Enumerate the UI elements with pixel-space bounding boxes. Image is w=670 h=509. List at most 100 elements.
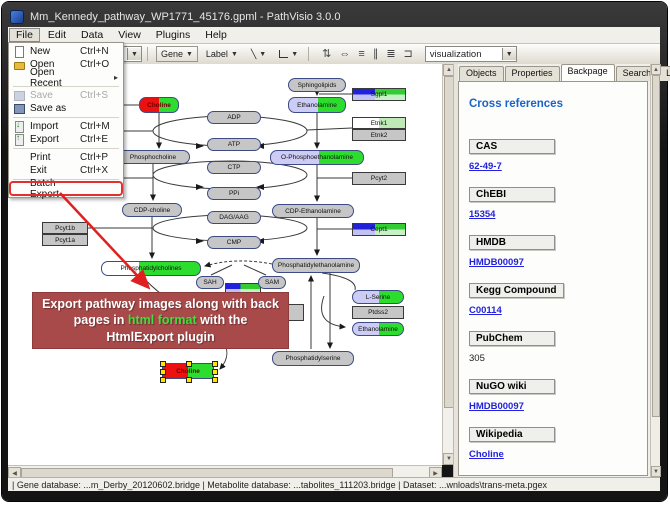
selection-handle[interactable] [160, 361, 166, 367]
xref-section-pubchem: PubChem305 [469, 328, 647, 364]
window-title: Mm_Kennedy_pathway_WP1771_45176.gpml - P… [30, 11, 340, 23]
chevron-down-icon[interactable]: ▼ [231, 51, 238, 58]
menu-item-import[interactable]: ImportCtrl+M [10, 120, 122, 133]
selection-handle[interactable] [212, 377, 218, 383]
menu-item-print[interactable]: PrintCtrl+P [10, 151, 122, 164]
menu-item-spacer [14, 183, 25, 194]
selection-handle[interactable] [186, 377, 192, 383]
chevron-down-icon[interactable]: ▼ [259, 51, 266, 58]
menu-edit[interactable]: Edit [41, 28, 73, 42]
distribute-horizontal-icon[interactable]: ⇔ [339, 47, 350, 61]
xref-link[interactable]: HMDB00097 [469, 257, 647, 268]
selection-handle[interactable] [160, 377, 166, 383]
menu-item-batch-export[interactable]: Batch Export [10, 182, 122, 195]
fit-page-icon[interactable]: ⊐ [404, 47, 413, 61]
sidebar-scrollbar[interactable]: ▲ ▼ [650, 64, 660, 477]
menu-item-label: Save as [30, 103, 80, 114]
draw-connector-button[interactable]: ▼ [274, 46, 303, 62]
menu-data[interactable]: Data [74, 28, 110, 42]
stack-columns-icon[interactable]: ∥ [373, 47, 379, 61]
menu-view[interactable]: View [111, 28, 148, 42]
tab-objects[interactable]: Objects [459, 66, 504, 81]
pathway-node-sam[interactable]: SAM [258, 276, 286, 289]
pathway-node-etnk1[interactable]: Etnk1 [352, 117, 406, 129]
pathway-node-ptdss2[interactable]: Ptdss2 [352, 306, 404, 319]
visualization-value: visualization [430, 49, 482, 60]
xref-link[interactable]: Choline [469, 449, 647, 460]
pathway-node-cdp-ethanolamine[interactable]: CDP-Ethanolamine [272, 204, 354, 218]
pathway-node-sgpl1[interactable]: Sgpl1 [352, 88, 406, 101]
pathway-node-cmp[interactable]: CMP [207, 236, 261, 249]
menu-item-save-as[interactable]: Save as [10, 102, 122, 115]
xref-link[interactable]: 15354 [469, 209, 647, 220]
pathway-node-ethanolamine-bottom[interactable]: Ethanolamine [352, 322, 404, 336]
pathway-node-pcyt1b[interactable]: Pcyt1b [42, 222, 88, 234]
selection-handle[interactable] [212, 361, 218, 367]
selection-handle[interactable] [160, 369, 166, 375]
menu-help[interactable]: Help [198, 28, 234, 42]
stack-rows-icon[interactable]: ≡ [358, 47, 364, 61]
selection-handle[interactable] [186, 361, 192, 367]
align-center-icon[interactable]: ⇅ [322, 47, 331, 61]
pathway-node-sphingolipids[interactable]: Sphingolipids [288, 78, 346, 92]
xref-database-name: ChEBI [469, 187, 555, 202]
menu-item-label: Batch Export [30, 178, 80, 200]
pathway-node-dag[interactable]: DAG/AAG [207, 211, 261, 224]
xref-database-name: Kegg Compound [469, 283, 564, 298]
pathway-node-etnk2[interactable]: Etnk2 [352, 129, 406, 141]
tab-properties[interactable]: Properties [505, 66, 560, 81]
submenu-arrow-icon: ▸ [114, 73, 118, 82]
pathway-node-pcyt2[interactable]: Pcyt2 [352, 172, 406, 185]
pathway-node-choline-selected[interactable]: Choline [162, 363, 214, 379]
pathway-node-phosphatidylserine[interactable]: Phosphatidylserine [272, 351, 354, 366]
pathway-node-choline-top[interactable]: Choline [139, 97, 179, 113]
menu-item-new[interactable]: NewCtrl+N [10, 45, 122, 58]
tab-backpage[interactable]: Backpage [561, 64, 615, 81]
xref-link[interactable]: HMDB00097 [469, 401, 647, 412]
scrollbar-thumb[interactable] [652, 75, 660, 417]
pathway-node-o-phosphoethanolamine[interactable]: O-Phosphoethanolamine [270, 150, 364, 165]
pathway-node-l-serine[interactable]: L-Serine [352, 290, 404, 304]
menu-item-spacer [14, 72, 25, 83]
zoom-dropdown-icon[interactable]: ▼ [127, 48, 141, 60]
layout-grid-icon[interactable]: ≣ [386, 47, 395, 61]
draw-line-button[interactable]: ╲▼ [246, 46, 271, 62]
visualization-combobox[interactable]: visualization ▼ [425, 46, 517, 62]
pathway-node-phosphocholine[interactable]: Phosphocholine [116, 150, 190, 164]
menu-item-shortcut: Ctrl+E [80, 134, 118, 145]
menu-item-save[interactable]: SaveCtrl+S [10, 89, 122, 102]
menu-file[interactable]: File [9, 28, 40, 42]
xref-section-kegg-compound: Kegg Compound C00114 [469, 280, 647, 316]
menu-item-spacer [14, 152, 25, 163]
menu-item-export[interactable]: ExportCtrl+E [10, 133, 122, 146]
pathway-node-phosphatidylcholines[interactable]: Phosphatidylcholines [101, 261, 201, 276]
pathway-node-ctp[interactable]: CTP [207, 161, 261, 174]
menu-item-open-recent[interactable]: Open Recent▸ [10, 71, 122, 84]
chevron-down-icon[interactable]: ▼ [186, 51, 193, 58]
pathway-node-cept1[interactable]: Cept1 [352, 223, 406, 236]
import-icon [14, 121, 25, 132]
add-label-button[interactable]: Label▼ [201, 46, 243, 62]
chevron-down-icon[interactable]: ▼ [291, 51, 298, 58]
pathway-node-cdp-choline[interactable]: CDP-choline [122, 203, 182, 217]
add-gene-button[interactable]: Gene▼ [156, 46, 198, 62]
selection-handle[interactable] [212, 369, 218, 375]
connector-tool-icon [279, 50, 288, 58]
menu-plugins[interactable]: Plugins [149, 28, 197, 42]
xref-link[interactable]: 62-49-7 [469, 161, 647, 172]
right-sidebar: Objects Properties Backpage Search Legen… [458, 64, 650, 477]
pathway-node-adp[interactable]: ADP [207, 111, 261, 124]
menu-item-exit[interactable]: ExitCtrl+X [10, 164, 122, 177]
scroll-down-icon[interactable]: ▼ [651, 466, 661, 477]
menu-item-spacer [14, 165, 25, 176]
menu-item-label: Exit [30, 165, 80, 176]
pathway-node-ethanolamine-top[interactable]: Ethanolamine [288, 97, 346, 113]
scroll-up-icon[interactable]: ▲ [651, 64, 661, 75]
pathway-node-phosphatidylethanolamine[interactable]: Phosphatidylethanolamine [272, 258, 360, 273]
pathway-node-pcyt1a[interactable]: Pcyt1a [42, 234, 88, 246]
visualization-dropdown-icon[interactable]: ▼ [502, 48, 516, 60]
pathway-node-ppi[interactable]: PPi [207, 187, 261, 200]
pathway-node-sah[interactable]: SAH [196, 276, 224, 289]
xref-link[interactable]: C00114 [469, 305, 647, 316]
pathway-node-atp[interactable]: ATP [207, 138, 261, 151]
